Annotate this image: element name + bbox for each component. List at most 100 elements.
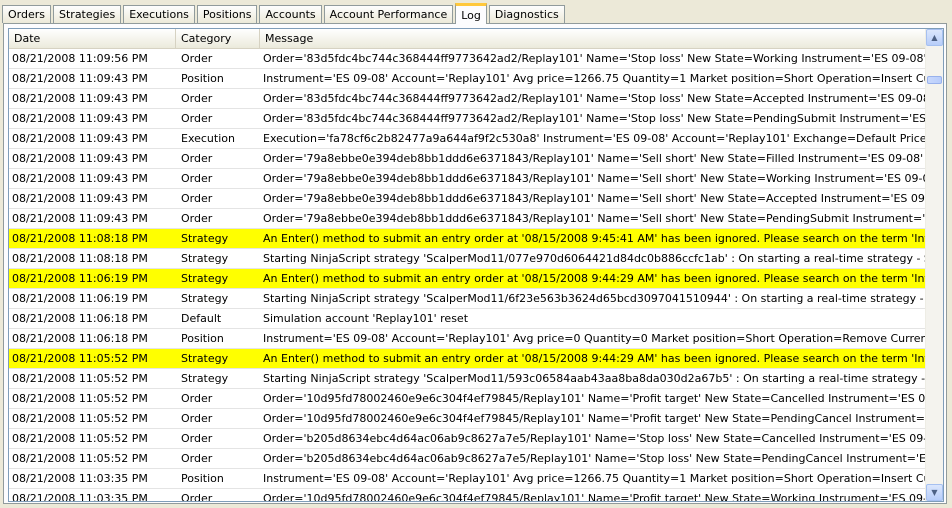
cell-date: 08/21/2008 11:05:52 PM bbox=[12, 432, 148, 445]
table-row[interactable]: 08/21/2008 11:09:43 PM Order Order='79a8eb… bbox=[9, 169, 927, 189]
cell-category: Default bbox=[181, 312, 222, 325]
table-row[interactable]: 08/21/2008 11:06:19 PM Strategy Starting N… bbox=[9, 289, 927, 309]
cell-message: Instrument='ES 09-08' Account='Replay101… bbox=[263, 72, 927, 85]
table-row[interactable]: 08/21/2008 11:09:43 PM Position Instrument… bbox=[9, 69, 927, 89]
tab-positions[interactable]: Positions bbox=[196, 5, 258, 23]
cell-message: Order='79a8ebbe0e394deb8bb1ddd6e6371843/… bbox=[263, 152, 927, 165]
vertical-scrollbar[interactable]: ▲ ▼ bbox=[925, 29, 943, 501]
table-row[interactable]: 08/21/2008 11:06:19 PM Strategy An Enter()… bbox=[9, 269, 927, 289]
table-row[interactable]: 08/21/2008 11:06:18 PM Position Instrument… bbox=[9, 329, 927, 349]
cell-date: 08/21/2008 11:09:43 PM bbox=[12, 72, 148, 85]
tab-strategies[interactable]: Strategies bbox=[53, 5, 122, 23]
cell-message: Instrument='ES 09-08' Account='Replay101… bbox=[263, 332, 927, 345]
cell-message: Starting NinjaScript strategy 'ScalperMo… bbox=[263, 372, 927, 385]
column-header-message[interactable]: Message bbox=[260, 29, 927, 48]
table-row[interactable]: 08/21/2008 11:05:52 PM Order Order='10d95f… bbox=[9, 409, 927, 429]
tab-executions[interactable]: Executions bbox=[123, 5, 195, 23]
scrollbar-thumb[interactable] bbox=[927, 76, 942, 84]
table-row[interactable]: 08/21/2008 11:03:35 PM Order Order='10d95f… bbox=[9, 489, 927, 502]
scroll-down-button[interactable]: ▼ bbox=[926, 484, 943, 501]
cell-date: 08/21/2008 11:09:43 PM bbox=[12, 172, 148, 185]
cell-message: An Enter() method to submit an entry ord… bbox=[263, 272, 927, 285]
cell-category: Order bbox=[181, 152, 213, 165]
cell-date: 08/21/2008 11:06:18 PM bbox=[12, 312, 148, 325]
cell-category: Order bbox=[181, 212, 213, 225]
cell-message: Starting NinjaScript strategy 'ScalperMo… bbox=[263, 292, 927, 305]
table-row[interactable]: 08/21/2008 11:09:43 PM Order Order='83d5fd… bbox=[9, 109, 927, 129]
tab-orders[interactable]: Orders bbox=[2, 5, 51, 23]
scroll-up-button[interactable]: ▲ bbox=[926, 29, 943, 46]
cell-date: 08/21/2008 11:05:52 PM bbox=[12, 392, 148, 405]
table-row[interactable]: 08/21/2008 11:03:35 PM Position Instrument… bbox=[9, 469, 927, 489]
table-row[interactable]: 08/21/2008 11:08:18 PM Strategy Starting N… bbox=[9, 249, 927, 269]
cell-message: An Enter() method to submit an entry ord… bbox=[263, 232, 927, 245]
column-header-date[interactable]: Date bbox=[9, 29, 176, 48]
cell-message: Order='b205d8634ebc4d64ac06ab9c8627a7e5/… bbox=[263, 432, 927, 445]
cell-category: Strategy bbox=[181, 272, 229, 285]
cell-message: Instrument='ES 09-08' Account='Replay101… bbox=[263, 472, 927, 485]
cell-date: 08/21/2008 11:09:43 PM bbox=[12, 152, 148, 165]
cell-date: 08/21/2008 11:03:35 PM bbox=[12, 492, 148, 502]
table-row[interactable]: 08/21/2008 11:06:18 PM Default Simulation … bbox=[9, 309, 927, 329]
table-row[interactable]: 08/21/2008 11:05:52 PM Order Order='10d95f… bbox=[9, 389, 927, 409]
table-row[interactable]: 08/21/2008 11:09:43 PM Order Order='83d5fd… bbox=[9, 89, 927, 109]
cell-date: 08/21/2008 11:03:35 PM bbox=[12, 472, 148, 485]
cell-category: Strategy bbox=[181, 252, 229, 265]
table-row[interactable]: 08/21/2008 11:05:52 PM Order Order='b205d8… bbox=[9, 449, 927, 469]
cell-category: Strategy bbox=[181, 352, 229, 365]
cell-category: Order bbox=[181, 192, 213, 205]
cell-message: Order='83d5fdc4bc744c368444ff9773642ad2/… bbox=[263, 52, 927, 65]
cell-date: 08/21/2008 11:05:52 PM bbox=[12, 412, 148, 425]
cell-message: Order='83d5fdc4bc744c368444ff9773642ad2/… bbox=[263, 112, 927, 125]
cell-date: 08/21/2008 11:05:52 PM bbox=[12, 372, 148, 385]
cell-category: Execution bbox=[181, 132, 235, 145]
table-row[interactable]: 08/21/2008 11:09:43 PM Order Order='79a8eb… bbox=[9, 189, 927, 209]
chevron-up-icon: ▲ bbox=[931, 33, 938, 42]
tab-account-performance[interactable]: Account Performance bbox=[323, 5, 454, 23]
cell-date: 08/21/2008 11:09:56 PM bbox=[12, 52, 148, 65]
cell-message: Order='83d5fdc4bc744c368444ff9773642ad2/… bbox=[263, 92, 927, 105]
table-row[interactable]: 08/21/2008 11:05:52 PM Strategy Starting N… bbox=[9, 369, 927, 389]
cell-category: Order bbox=[181, 92, 213, 105]
cell-category: Position bbox=[181, 72, 224, 85]
cell-message: Execution='fa78cf6c2b82477a9a644af9f2c53… bbox=[263, 132, 927, 145]
cell-message: Simulation account 'Replay101' reset bbox=[263, 312, 469, 325]
column-header-category[interactable]: Category bbox=[176, 29, 260, 48]
tab-diagnostics[interactable]: Diagnostics bbox=[488, 5, 565, 23]
cell-message: Order='10d95fd78002460e9e6c304f4ef79845/… bbox=[263, 392, 927, 405]
cell-category: Order bbox=[181, 452, 213, 465]
cell-message: Order='10d95fd78002460e9e6c304f4ef79845/… bbox=[263, 412, 927, 425]
cell-category: Order bbox=[181, 172, 213, 185]
cell-date: 08/21/2008 11:08:18 PM bbox=[12, 252, 148, 265]
cell-category: Order bbox=[181, 492, 213, 502]
table-row[interactable]: 08/21/2008 11:08:18 PM Strategy An Enter()… bbox=[9, 229, 927, 249]
cell-category: Order bbox=[181, 432, 213, 445]
table-row[interactable]: 08/21/2008 11:09:43 PM Order Order='79a8eb… bbox=[9, 209, 927, 229]
cell-message: Starting NinjaScript strategy 'ScalperMo… bbox=[263, 252, 927, 265]
cell-date: 08/21/2008 11:09:43 PM bbox=[12, 132, 148, 145]
table-row[interactable]: 08/21/2008 11:09:43 PM Execution Execution… bbox=[9, 129, 927, 149]
table-row[interactable]: 08/21/2008 11:05:52 PM Strategy An Enter()… bbox=[9, 349, 927, 369]
tab-log[interactable]: Log bbox=[455, 3, 487, 24]
cell-category: Strategy bbox=[181, 292, 229, 305]
cell-date: 08/21/2008 11:06:19 PM bbox=[12, 292, 148, 305]
table-row[interactable]: 08/21/2008 11:05:52 PM Order Order='b205d8… bbox=[9, 429, 927, 449]
grid-header: Date Category Message bbox=[9, 29, 927, 49]
log-grid: Date Category Message 08/21/2008 11:09:5… bbox=[8, 28, 944, 502]
cell-date: 08/21/2008 11:09:43 PM bbox=[12, 112, 148, 125]
cell-category: Order bbox=[181, 392, 213, 405]
cell-date: 08/21/2008 11:09:43 PM bbox=[12, 192, 148, 205]
log-rows: 08/21/2008 11:09:56 PM Order Order='83d5fd… bbox=[9, 49, 927, 502]
cell-date: 08/21/2008 11:09:43 PM bbox=[12, 92, 148, 105]
cell-date: 08/21/2008 11:05:52 PM bbox=[12, 452, 148, 465]
tab-accounts[interactable]: Accounts bbox=[259, 5, 322, 23]
cell-message: Order='79a8ebbe0e394deb8bb1ddd6e6371843/… bbox=[263, 212, 927, 225]
cell-category: Position bbox=[181, 332, 224, 345]
chevron-down-icon: ▼ bbox=[931, 488, 938, 497]
table-row[interactable]: 08/21/2008 11:09:43 PM Order Order='79a8eb… bbox=[9, 149, 927, 169]
cell-category: Strategy bbox=[181, 372, 229, 385]
cell-message: An Enter() method to submit an entry ord… bbox=[263, 352, 927, 365]
table-row[interactable]: 08/21/2008 11:09:56 PM Order Order='83d5fd… bbox=[9, 49, 927, 69]
cell-category: Order bbox=[181, 412, 213, 425]
cell-category: Position bbox=[181, 472, 224, 485]
